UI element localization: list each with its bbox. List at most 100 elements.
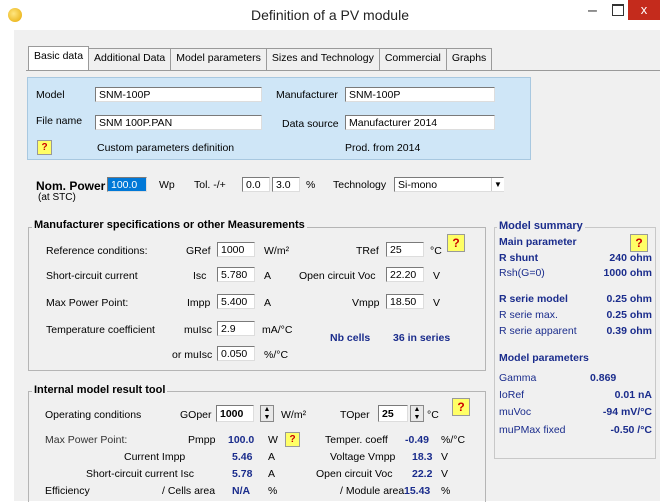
muvoc-label: muVoc <box>499 406 532 418</box>
rserie-value: 0.25 ohm <box>606 293 652 305</box>
manufacturer-input[interactable]: SNM-100P <box>345 87 495 102</box>
model-parameters-label: Model parameters <box>499 352 589 364</box>
voltage-vmpp-value: 18.3 <box>412 451 433 463</box>
efficiency-label: Efficiency <box>45 485 90 497</box>
opcond-label: Operating conditions <box>45 409 142 421</box>
vmpp-input[interactable]: 18.50 <box>386 294 424 309</box>
module-area-value: 15.43 <box>404 485 431 497</box>
muisc-label: muIsc <box>184 324 213 336</box>
window-title: Definition of a PV module <box>251 7 409 23</box>
help-icon[interactable]: ? <box>630 234 648 252</box>
rshunt-value: 240 ohm <box>609 252 652 264</box>
chevron-down-icon[interactable]: ▼ <box>491 178 504 191</box>
sc-isc-unit: A <box>268 468 276 480</box>
model-summary-title: Model summary <box>497 220 585 232</box>
module-area-label: / Module area <box>340 485 405 497</box>
datasource-input[interactable]: Manufacturer 2014 <box>345 115 495 130</box>
prod-from-label: Prod. from 2014 <box>345 142 421 154</box>
help-icon[interactable]: ? <box>452 398 470 416</box>
tab-commercial[interactable]: Commercial <box>378 48 447 70</box>
pmpp-value: 100.0 <box>228 434 255 446</box>
isc-row-label: Short-circuit current <box>46 270 138 282</box>
oc-voc-unit: V <box>441 468 449 480</box>
current-impp-unit: A <box>268 451 276 463</box>
temper-coeff-value: -0.49 <box>405 434 429 446</box>
gref-label: GRef <box>186 245 211 257</box>
tolerance-plus-input[interactable]: 3.0 <box>272 177 300 192</box>
cells-area-unit: % <box>268 485 278 497</box>
toper-unit: °C <box>427 409 439 421</box>
rshunt-label: R shunt <box>499 252 539 264</box>
goper-input[interactable]: 1000 <box>216 405 254 422</box>
voc-label: Open circuit Voc <box>299 270 376 282</box>
goper-spinner[interactable]: ▲ ▼ <box>260 405 274 422</box>
current-impp-label: Current Impp <box>124 451 186 463</box>
nom-power-unit: Wp <box>159 179 175 191</box>
voltage-vmpp-label: Voltage Vmpp <box>330 451 396 463</box>
muisc-unit: mA/°C <box>262 324 293 336</box>
gref-unit: W/m² <box>264 245 290 257</box>
tolerance-minus-input[interactable]: 0.0 <box>242 177 270 192</box>
temp-coeff-label: Temperature coefficient <box>46 324 155 336</box>
impp-input[interactable]: 5.400 <box>217 294 255 309</box>
rsh0-value: 1000 ohm <box>603 267 652 279</box>
nom-power-input[interactable]: 100.0 <box>107 177 147 192</box>
nbcells-label: Nb cells <box>330 332 371 344</box>
ormuisc-input[interactable]: 0.050 <box>217 346 255 361</box>
impp-label: Impp <box>187 297 211 309</box>
rserie-label: R serie model <box>499 293 568 305</box>
sc-isc-label: Short-circuit current Isc <box>86 468 194 480</box>
mpp-row-label: Max Power Point: <box>46 297 129 309</box>
vmpp-unit: V <box>433 297 441 309</box>
mupmax-value: -0.50 /°C <box>610 424 652 436</box>
datasource-label: Data source <box>282 118 339 130</box>
current-impp-value: 5.46 <box>232 451 253 463</box>
muisc-input[interactable]: 2.9 <box>217 321 255 336</box>
voltage-vmpp-unit: V <box>441 451 449 463</box>
voc-unit: V <box>433 270 441 282</box>
toper-spinner[interactable]: ▲ ▼ <box>410 405 424 422</box>
help-icon[interactable]: ? <box>447 234 465 252</box>
tref-label: TRef <box>356 245 379 257</box>
tab-additional-data[interactable]: Additional Data <box>88 48 172 70</box>
pmpp-unit: W <box>268 434 278 446</box>
isc-unit: A <box>264 270 272 282</box>
tolerance-unit: % <box>306 179 316 191</box>
ormuisc-label: or muIsc <box>172 349 213 361</box>
temper-coeff-label: Temper. coeff <box>325 434 388 446</box>
toper-input[interactable]: 25 <box>378 405 408 422</box>
tab-basic-data[interactable]: Basic data <box>28 46 90 70</box>
oc-voc-value: 22.2 <box>412 468 433 480</box>
cells-area-label: / Cells area <box>162 485 216 497</box>
ref-conditions-label: Reference conditions: <box>46 245 148 257</box>
sc-isc-value: 5.78 <box>232 468 253 480</box>
cells-area-value: N/A <box>232 485 251 497</box>
help-icon[interactable]: ? <box>37 140 52 155</box>
tab-graphs[interactable]: Graphs <box>445 48 493 70</box>
specs-group-title: Manufacturer specifications or other Mea… <box>32 219 307 231</box>
model-input[interactable]: SNM-100P <box>95 87 262 102</box>
filename-label: File name <box>36 115 83 127</box>
goper-unit: W/m² <box>281 409 307 421</box>
impp-unit: A <box>264 297 272 309</box>
title-bar: Definition of a PV module – x <box>0 0 660 30</box>
gref-input[interactable]: 1000 <box>217 242 255 257</box>
tab-sizes-technology[interactable]: Sizes and Technology <box>265 48 380 70</box>
minimize-button[interactable]: – <box>588 2 597 20</box>
result-tool-title: Internal model result tool <box>32 384 168 396</box>
maximize-button[interactable] <box>612 4 624 16</box>
isc-input[interactable]: 5.780 <box>217 267 255 282</box>
help-icon[interactable]: ? <box>285 432 300 447</box>
temper-coeff-unit: %/°C <box>441 434 466 446</box>
technology-select[interactable]: Si-mono <box>394 177 504 192</box>
voc-input[interactable]: 22.20 <box>386 267 424 282</box>
oc-voc-label: Open circuit Voc <box>316 468 393 480</box>
tref-unit: °C <box>430 245 442 257</box>
filename-input[interactable]: SNM 100P.PAN <box>95 115 262 130</box>
nbcells-value: 36 in series <box>393 332 451 344</box>
close-button[interactable]: x <box>628 0 660 20</box>
rsh0-label: Rsh(G=0) <box>499 267 545 279</box>
tab-model-parameters[interactable]: Model parameters <box>170 48 267 70</box>
tref-input[interactable]: 25 <box>386 242 424 257</box>
isc-label: Isc <box>193 270 207 282</box>
